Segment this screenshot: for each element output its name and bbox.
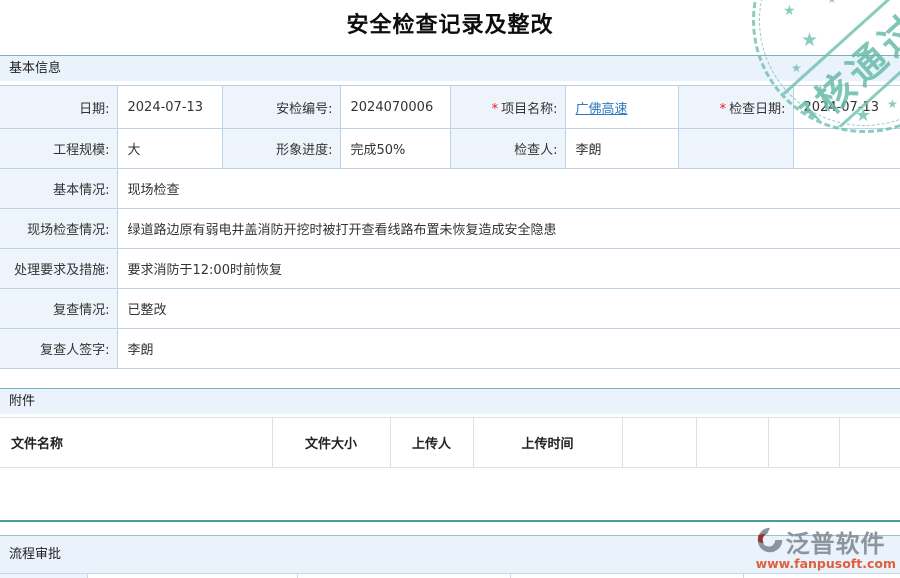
field-label-inspection-no: 安检编号:: [222, 86, 340, 129]
column-header-uploader: 上传人: [390, 418, 473, 468]
table-row: 复查人签字: 李朗: [0, 329, 900, 369]
project-name-link[interactable]: 广佛高速: [576, 102, 628, 117]
field-label-recheck-signature: 复查人签字:: [0, 329, 117, 369]
field-value-inspector: 李朗: [565, 129, 678, 169]
field-value-recheck: 已整改: [117, 289, 900, 329]
table-row: 处理要求及措施: 要求消防于12:00时前恢复: [0, 249, 900, 289]
field-label-project-scale: 工程规模:: [0, 129, 117, 169]
section-header-basic: 基本信息: [0, 55, 900, 81]
field-value-inspection-no: 2024070006: [340, 86, 450, 129]
empty-value-cell: [793, 129, 900, 169]
basic-info-section: 基本信息 日期: 2024-07-13 安检编号: 2024070006 *项目…: [0, 55, 900, 369]
column-header-file-name: 文件名称: [0, 418, 272, 468]
empty-label-cell: [678, 129, 793, 169]
page-title: 安全检查记录及整改: [0, 7, 900, 39]
field-value-basic-situation: 现场检查: [117, 169, 900, 209]
table-row: 日期: 2024-07-13 安检编号: 2024070006 *项目名称: 广…: [0, 86, 900, 129]
attachments-table: 文件名称 文件大小 上传人 上传时间: [0, 417, 900, 468]
field-value-recheck-signature: 李朗: [117, 329, 900, 369]
field-label-project-name: *项目名称:: [450, 86, 565, 129]
column-header-file-size: 文件大小: [272, 418, 390, 468]
field-value-check-date: 2024-07-13: [793, 86, 900, 129]
column-header-empty: [696, 418, 768, 468]
section-header-attachments: 附件: [0, 388, 900, 414]
field-value-measures: 要求消防于12:00时前恢复: [117, 249, 900, 289]
column-header-empty: [839, 418, 900, 468]
field-label-progress: 形象进度:: [222, 129, 340, 169]
field-label-site-check: 现场检查情况:: [0, 209, 117, 249]
column-header-empty: [768, 418, 839, 468]
field-value-project-scale: 大: [117, 129, 222, 169]
attachments-section: 附件 文件名称 文件大小 上传人 上传时间: [0, 388, 900, 468]
column-header-upload-time: 上传时间: [473, 418, 622, 468]
required-marker: *: [720, 102, 727, 117]
section-header-approval: 流程审批: [0, 535, 900, 573]
table-row: 复查情况: 已整改: [0, 289, 900, 329]
field-label-measures: 处理要求及措施:: [0, 249, 117, 289]
field-label-recheck: 复查情况:: [0, 289, 117, 329]
field-value-project-name: 广佛高速: [565, 86, 678, 129]
field-value-site-check: 绿道路边原有弱电井盖消防开挖时被打开查看线路布置未恢复造成安全隐患: [117, 209, 900, 249]
field-label-check-date: *检查日期:: [678, 86, 793, 129]
field-label-basic-situation: 基本情况:: [0, 169, 117, 209]
required-marker: *: [492, 102, 499, 117]
attachments-header-row: 文件名称 文件大小 上传人 上传时间: [0, 418, 900, 468]
approval-section: 流程审批: [0, 535, 900, 573]
table-row: 工程规模: 大 形象进度: 完成50% 检查人: 李朗: [0, 129, 900, 169]
table-row: 现场检查情况: 绿道路边原有弱电井盖消防开挖时被打开查看线路布置未恢复造成安全隐…: [0, 209, 900, 249]
approval-table-top-edge: [0, 573, 900, 577]
field-label-inspector: 检查人:: [450, 129, 565, 169]
field-label-date: 日期:: [0, 86, 117, 129]
field-value-progress: 完成50%: [340, 129, 450, 169]
field-value-date: 2024-07-13: [117, 86, 222, 129]
star-icon: ★: [827, 0, 837, 6]
basic-info-table: 日期: 2024-07-13 安检编号: 2024070006 *项目名称: 广…: [0, 85, 900, 369]
section-divider-line: [0, 520, 900, 522]
column-header-empty: [622, 418, 696, 468]
table-row: 基本情况: 现场检查: [0, 169, 900, 209]
